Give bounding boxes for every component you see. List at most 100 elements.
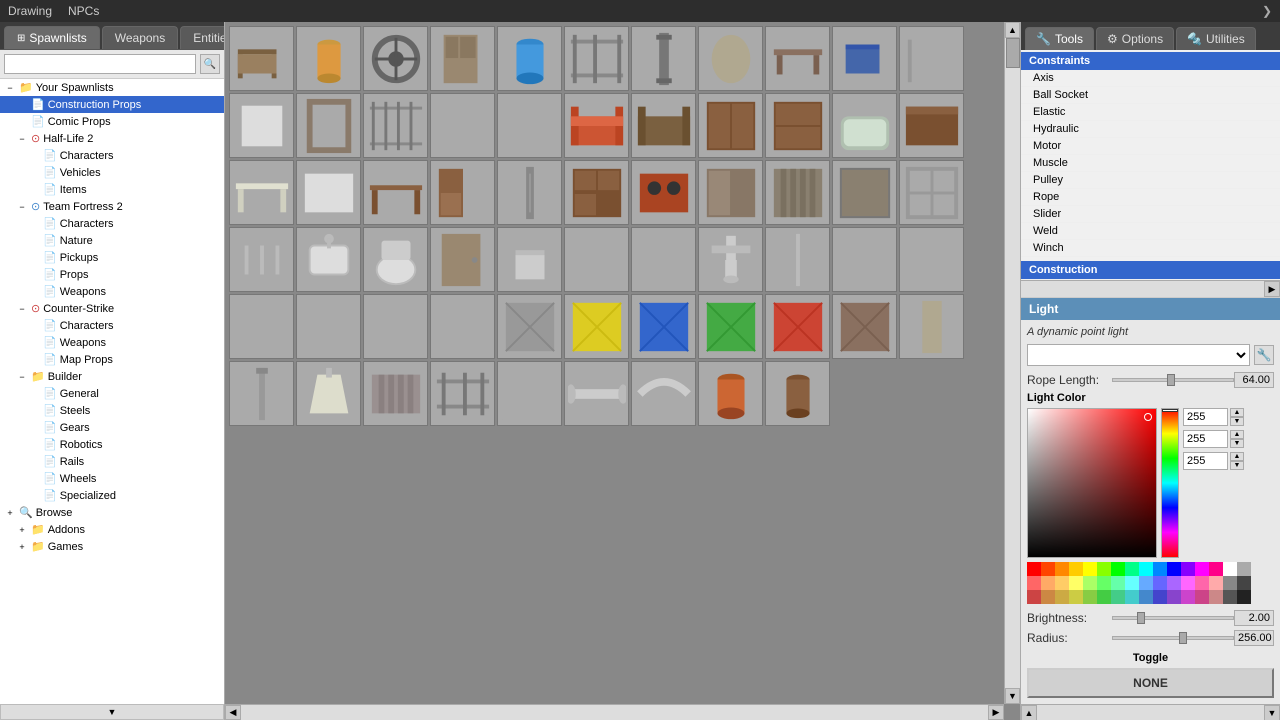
grid-item[interactable] [430,227,495,292]
grid-item[interactable] [564,361,629,426]
color-swatch-item[interactable] [1237,562,1251,576]
grid-item[interactable] [497,93,562,158]
color-swatch-item[interactable] [1083,576,1097,590]
color-swatch-item[interactable] [1041,576,1055,590]
title-bar-arrow[interactable]: ❯ [1262,4,1272,18]
grid-item[interactable] [832,160,897,225]
menu-drawing[interactable]: Drawing [8,4,52,18]
color-gradient[interactable] [1027,408,1157,558]
grid-item[interactable] [229,160,294,225]
grid-item[interactable] [698,294,763,359]
tree-cs[interactable]: − ⊙ Counter-Strike [0,300,224,317]
color-swatch-item[interactable] [1223,562,1237,576]
grid-item[interactable] [430,361,495,426]
color-swatch-item[interactable] [1111,562,1125,576]
constraint-hydraulic[interactable]: Hydraulic [1021,121,1280,138]
tree-construction-props[interactable]: 📄 Construction Props [0,96,224,113]
tree-tf2-props[interactable]: 📄 Props [0,266,224,283]
right-panel-scroll-down[interactable]: ▼ [1264,705,1280,720]
radius-track[interactable] [1112,636,1234,640]
grid-item[interactable] [430,93,495,158]
grid-item[interactable] [564,26,629,91]
grid-item[interactable] [899,93,964,158]
grid-item[interactable] [899,294,964,359]
color-swatch-item[interactable] [1111,590,1125,604]
tree-hl2-items[interactable]: 📄 Items [0,181,224,198]
tree-browse[interactable]: + 🔍 Browse [0,504,224,521]
tab-spawnlists[interactable]: ⊞ Spawnlists [4,26,100,49]
grid-item[interactable] [698,227,763,292]
scroll-left-button[interactable]: ◀ [225,705,241,720]
horizontal-scrollbar[interactable]: ◀ ▶ [225,704,1004,720]
tree-addons[interactable]: + 📁 Addons [0,521,224,538]
grid-item[interactable] [564,294,629,359]
color-swatch-item[interactable] [1181,590,1195,604]
right-panel-scroll-up[interactable]: ▲ [1021,705,1037,720]
color-swatch-item[interactable] [1209,562,1223,576]
tree-builder-wheels[interactable]: 📄 Wheels [0,470,224,487]
grid-item[interactable] [497,361,562,426]
wrench-icon[interactable]: 🔧 [1254,345,1274,365]
color-swatch-item[interactable] [1237,590,1251,604]
grid-item[interactable] [832,93,897,158]
search-button[interactable]: 🔍 [200,54,220,74]
color-swatch-item[interactable] [1167,562,1181,576]
grid-item[interactable] [430,294,495,359]
grid-item[interactable] [363,26,428,91]
color-swatch-item[interactable] [1153,576,1167,590]
color-swatch-item[interactable] [1181,576,1195,590]
grid-item[interactable] [229,26,294,91]
grid-item[interactable] [229,361,294,426]
tree-tf2[interactable]: − ⊙ Team Fortress 2 [0,198,224,215]
scroll-up-button[interactable]: ▲ [1005,22,1020,38]
color-swatch-item[interactable] [1097,562,1111,576]
tree-spawnlists[interactable]: − 📁 Your Spawnlists [0,79,224,96]
tree-tf2-weapons[interactable]: 📄 Weapons [0,283,224,300]
brightness-slider[interactable] [1112,616,1234,620]
grid-item[interactable] [497,227,562,292]
constraint-pulley[interactable]: Pulley [1021,172,1280,189]
grid-item[interactable] [229,93,294,158]
tree-games[interactable]: + 📁 Games [0,538,224,555]
grid-item[interactable] [765,294,830,359]
slider-track[interactable] [1112,378,1234,382]
color-swatch-item[interactable] [1069,576,1083,590]
color-swatch-item[interactable] [1167,590,1181,604]
tree-cs-characters[interactable]: 📄 Characters [0,317,224,334]
color-swatch-item[interactable] [1195,576,1209,590]
tree-builder-robotics[interactable]: 📄 Robotics [0,436,224,453]
color-swatch-item[interactable] [1069,562,1083,576]
grid-item[interactable] [765,26,830,91]
color-swatch-item[interactable] [1041,590,1055,604]
menu-npcs[interactable]: NPCs [68,4,99,18]
color-swatch-item[interactable] [1139,590,1153,604]
grid-item[interactable] [698,93,763,158]
brightness-track[interactable] [1112,616,1234,620]
grid-item[interactable] [296,26,361,91]
grid-item[interactable] [765,160,830,225]
rgb-r-input[interactable] [1183,408,1228,426]
grid-item[interactable] [631,93,696,158]
color-hue-strip[interactable] [1161,408,1179,558]
scroll-right-button[interactable]: ▶ [988,705,1004,720]
grid-item[interactable] [899,26,964,91]
grid-item[interactable] [363,227,428,292]
constraint-axis[interactable]: Axis [1021,70,1280,87]
grid-item[interactable] [631,361,696,426]
rgb-g-input[interactable] [1183,430,1228,448]
grid-item[interactable] [698,26,763,91]
tree-comic-props[interactable]: 📄 Comic Props [0,113,224,130]
grid-item[interactable] [497,294,562,359]
color-swatch-item[interactable] [1055,576,1069,590]
grid-item[interactable] [564,93,629,158]
slider-thumb[interactable] [1167,374,1175,386]
tab-entities[interactable]: Entities [180,26,225,49]
rgb-b-down[interactable]: ▼ [1230,461,1244,470]
rgb-r-up[interactable]: ▲ [1230,408,1244,417]
grid-item[interactable] [832,26,897,91]
grid-item[interactable] [899,227,964,292]
tree-hl2-characters[interactable]: 📄 Characters [0,147,224,164]
tab-tools[interactable]: 🔧 Tools [1025,27,1094,50]
light-dropdown[interactable] [1027,344,1250,366]
color-swatch-item[interactable] [1097,576,1111,590]
